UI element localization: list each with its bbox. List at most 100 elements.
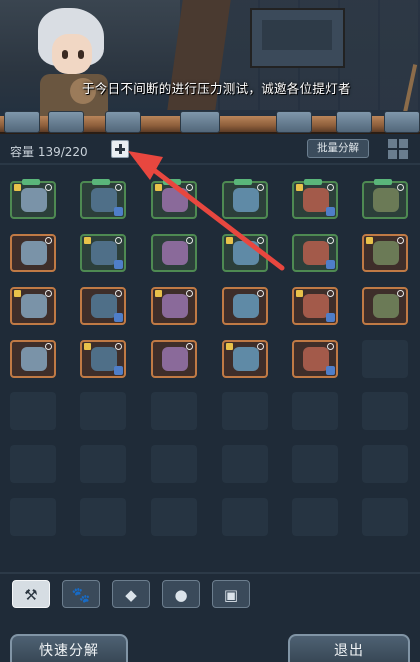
exit-button[interactable]: 退出 xyxy=(288,634,410,662)
equipped-badge-icon xyxy=(114,207,123,216)
inventory-slot-item[interactable] xyxy=(151,234,197,272)
inventory-slot-item[interactable] xyxy=(292,234,338,272)
lock-icon xyxy=(84,237,91,244)
add-capacity-button[interactable] xyxy=(111,140,129,158)
inventory-slot-empty[interactable] xyxy=(362,445,408,483)
inventory-slot-item[interactable] xyxy=(80,340,126,378)
category-tab-chest[interactable]: ▣ xyxy=(212,580,250,608)
category-tab-paw[interactable]: 🐾 xyxy=(62,580,100,608)
inventory-slot-empty[interactable] xyxy=(151,445,197,483)
inventory-slot-item[interactable] xyxy=(222,179,268,219)
equipped-badge-icon xyxy=(326,207,335,216)
inventory-slot-empty[interactable] xyxy=(10,392,56,430)
inventory-slot-item[interactable] xyxy=(10,287,56,325)
equipment-item-icon xyxy=(162,188,188,212)
slot-indicator-icon xyxy=(115,290,122,297)
inventory-slot-item[interactable] xyxy=(222,340,268,378)
category-tab-equipment[interactable]: ⚒ xyxy=(12,580,50,608)
slot-indicator-icon xyxy=(45,290,52,297)
grid-view-icon[interactable] xyxy=(387,138,409,160)
inventory-slot-item[interactable] xyxy=(292,287,338,325)
frame-clip xyxy=(4,111,40,133)
inventory-slot-empty[interactable] xyxy=(222,445,268,483)
equipped-badge-icon xyxy=(326,260,335,269)
inventory-slot-item[interactable] xyxy=(362,287,408,325)
inventory-slot-empty[interactable] xyxy=(292,498,338,536)
inventory-slot-item[interactable] xyxy=(292,179,338,219)
frame-clip xyxy=(384,111,420,133)
equipment-item-icon xyxy=(21,347,47,371)
inventory-slot-item[interactable] xyxy=(80,234,126,272)
equipped-badge-icon xyxy=(326,313,335,322)
equipment-item-icon xyxy=(373,241,399,265)
annotation-arrow-head xyxy=(128,151,163,180)
slot-indicator-icon xyxy=(327,343,334,350)
slot-indicator-icon xyxy=(45,237,52,244)
lock-icon xyxy=(84,343,91,350)
inventory-slot-empty[interactable] xyxy=(151,392,197,430)
inventory-slot-item[interactable] xyxy=(222,234,268,272)
slot-indicator-icon xyxy=(45,184,52,191)
inventory-slot-empty[interactable] xyxy=(292,445,338,483)
inventory-slot-item[interactable] xyxy=(151,179,197,219)
slot-indicator-icon xyxy=(397,237,404,244)
inventory-slot-empty[interactable] xyxy=(80,498,126,536)
equipment-item-icon xyxy=(373,294,399,318)
inventory-slot-item[interactable] xyxy=(80,287,126,325)
new-item-flag-icon xyxy=(304,179,322,185)
inventory-slot-item[interactable] xyxy=(292,340,338,378)
lock-icon xyxy=(296,184,303,191)
inventory-slot-item[interactable] xyxy=(362,234,408,272)
category-tab-gem[interactable]: ◆ xyxy=(112,580,150,608)
inventory-slot-empty[interactable] xyxy=(362,392,408,430)
frame-clip xyxy=(276,111,312,133)
new-item-flag-icon xyxy=(92,179,110,185)
inventory-slot-empty[interactable] xyxy=(292,392,338,430)
inventory-slot-item[interactable] xyxy=(222,287,268,325)
inventory-slot-item[interactable] xyxy=(10,179,56,219)
header-divider xyxy=(0,163,420,165)
quick-decompose-button[interactable]: 快速分解 xyxy=(10,634,128,662)
category-tab-ore[interactable]: ● xyxy=(162,580,200,608)
inventory-slot-item[interactable] xyxy=(80,179,126,219)
inventory-slot-empty[interactable] xyxy=(80,392,126,430)
new-item-flag-icon xyxy=(234,179,252,185)
slot-indicator-icon xyxy=(186,290,193,297)
frame-clip xyxy=(105,111,141,133)
lock-icon xyxy=(14,184,21,191)
slot-indicator-icon xyxy=(257,343,264,350)
inventory-slot-empty[interactable] xyxy=(222,392,268,430)
inventory-slot-empty[interactable] xyxy=(222,498,268,536)
equipment-item-icon xyxy=(162,294,188,318)
equipped-badge-icon xyxy=(326,366,335,375)
batch-decompose-button[interactable]: 批量分解 xyxy=(307,139,369,158)
banner-dialogue-text: 于今日不间断的进行压力测试，诚邀各位提灯者 xyxy=(82,81,351,96)
equipment-item-icon xyxy=(233,294,259,318)
inventory-slot-empty[interactable] xyxy=(362,340,408,378)
inventory-slot-item[interactable] xyxy=(362,179,408,219)
chest-icon: ▣ xyxy=(223,586,239,604)
new-item-flag-icon xyxy=(163,179,181,185)
inventory-slot-item[interactable] xyxy=(151,287,197,325)
equipment-item-icon xyxy=(21,294,47,318)
inventory-slot-empty[interactable] xyxy=(10,498,56,536)
inventory-slot-empty[interactable] xyxy=(80,445,126,483)
equipment-item-icon xyxy=(373,188,399,212)
slot-indicator-icon xyxy=(115,184,122,191)
slot-indicator-icon xyxy=(327,184,334,191)
inventory-slot-item[interactable] xyxy=(151,340,197,378)
lock-icon xyxy=(226,343,233,350)
slot-indicator-icon xyxy=(327,237,334,244)
inventory-slot-empty[interactable] xyxy=(10,445,56,483)
inventory-slot-item[interactable] xyxy=(10,234,56,272)
gem-icon: ◆ xyxy=(125,586,137,604)
slot-indicator-icon xyxy=(45,343,52,350)
hero-portrait xyxy=(30,8,116,118)
equipment-item-icon xyxy=(162,241,188,265)
inventory-slot-empty[interactable] xyxy=(151,498,197,536)
slot-indicator-icon xyxy=(327,290,334,297)
slot-indicator-icon xyxy=(115,237,122,244)
equipped-badge-icon xyxy=(114,313,123,322)
inventory-slot-empty[interactable] xyxy=(362,498,408,536)
inventory-slot-item[interactable] xyxy=(10,340,56,378)
